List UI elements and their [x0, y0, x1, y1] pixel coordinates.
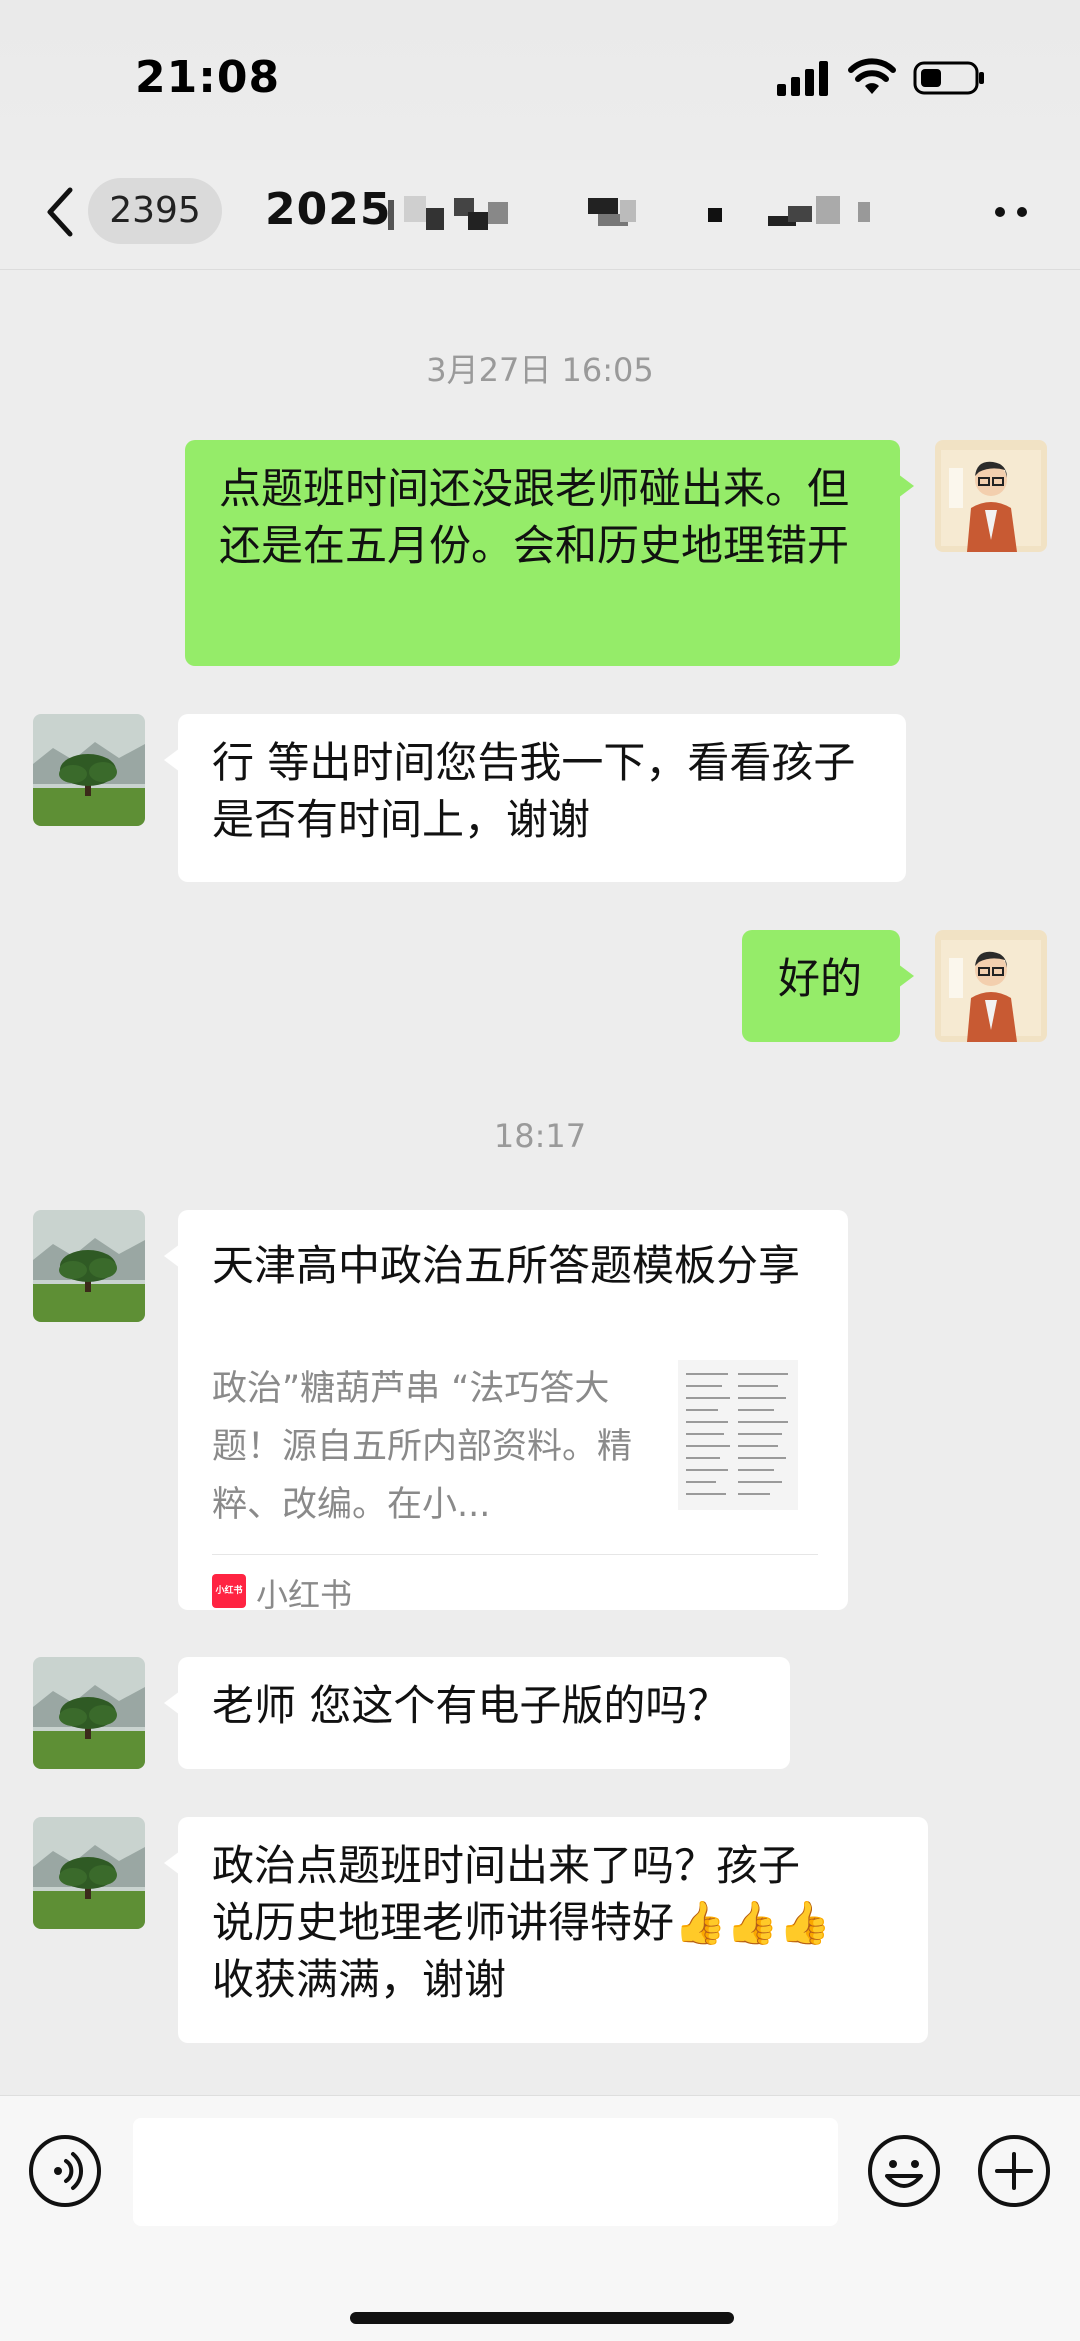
my-avatar[interactable] — [935, 930, 1047, 1042]
timestamp: 3月27日 16:05 — [426, 351, 654, 389]
tree-landscape-avatar — [33, 714, 145, 826]
plus-icon[interactable] — [977, 2134, 1051, 2208]
message-line: 政治点题班时间出来了吗？孩子 — [212, 1841, 801, 1890]
back-icon[interactable] — [40, 182, 80, 242]
status-bar: 21:08 — [0, 0, 1080, 160]
unread-count-badge[interactable]: 2395 — [88, 178, 222, 244]
card-divider — [212, 1554, 818, 1555]
card-thumbnail — [678, 1360, 798, 1510]
shared-link-card[interactable]: 天津高中政治五所答题模板分享 政治”糖葫芦串 “法巧答大题！源自五所内部资料。精… — [164, 1210, 848, 1614]
card-title: 天津高中政治五所答题模板分享 — [212, 1241, 801, 1290]
thumbs-up-emoji: 👍👍👍 — [674, 1898, 831, 1947]
status-time: 21:08 — [135, 52, 281, 103]
card-source: 小红书 — [256, 1576, 353, 1614]
message-bubble-outgoing[interactable]: 点题班时间还没跟老师碰出来。但还是在五月份。会和历史地理错开 — [185, 440, 914, 666]
emoji-icon[interactable] — [867, 2134, 941, 2208]
message-bubble-incoming[interactable]: 政治点题班时间出来了吗？孩子 说历史地理老师讲得特好👍👍👍 收获满满，谢谢 — [164, 1817, 928, 2043]
contact-avatar[interactable] — [33, 1817, 145, 1929]
title-mosaic — [388, 196, 870, 230]
card-description: 政治”糖葫芦串 “法巧答大题！源自五所内部资料。精粹、改编。在小... — [212, 1369, 633, 1525]
contact-avatar[interactable] — [33, 1657, 145, 1769]
tree-landscape-avatar — [33, 1657, 145, 1769]
message-input[interactable] — [133, 2118, 838, 2226]
home-indicator — [350, 2312, 734, 2324]
timestamp: 18:17 — [493, 1117, 587, 1155]
xiaohongshu-icon: 小红书 — [212, 1574, 246, 1608]
message-line: 说历史地理老师讲得特好👍👍👍 — [212, 1894, 892, 1951]
message-bubble-incoming[interactable]: 老师 您这个有电子版的吗？ — [164, 1657, 790, 1769]
more-icon[interactable] — [990, 200, 1034, 224]
teacher-avatar-image — [935, 440, 1047, 552]
tree-landscape-avatar — [33, 1817, 145, 1929]
message-bubble-outgoing[interactable]: 好的 — [742, 930, 914, 1042]
contact-avatar[interactable] — [33, 1210, 145, 1322]
message-line: 收获满满，谢谢 — [212, 1955, 507, 2004]
wifi-icon — [848, 58, 896, 94]
my-avatar[interactable] — [935, 440, 1047, 552]
chat-title: 2025 — [265, 184, 392, 235]
input-bar — [0, 2095, 1080, 2341]
voice-icon[interactable] — [28, 2134, 102, 2208]
message-bubble-incoming[interactable]: 行 等出时间您告我一下，看看孩子是否有时间上，谢谢 — [164, 714, 906, 882]
contact-avatar[interactable] — [33, 714, 145, 826]
message-text: 说历史地理老师讲得特好 — [212, 1898, 675, 1947]
teacher-avatar-image — [935, 930, 1047, 1042]
signal-icon — [777, 61, 828, 96]
battery-icon — [913, 61, 984, 95]
tree-landscape-avatar — [33, 1210, 145, 1322]
nav-bar: 2395 2025 — [0, 160, 1080, 270]
